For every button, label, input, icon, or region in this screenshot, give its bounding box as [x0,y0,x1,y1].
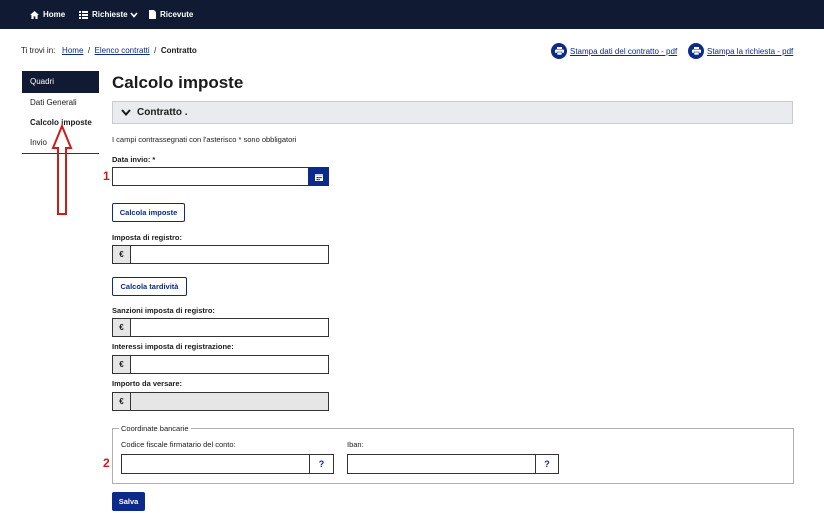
nav-richieste-label: Richieste [92,10,128,19]
print-richiesta-label[interactable]: Stampa la richiesta - pdf [707,47,793,56]
home-icon [30,10,39,19]
breadcrumb-elenco-link[interactable]: Elenco contratti [95,46,150,55]
sanzioni-label: Sanzioni imposta di registro: [112,306,215,315]
document-icon [149,10,156,19]
nav-ricevute-label: Ricevute [160,10,194,19]
iban-label: Iban: [347,440,364,449]
calendar-icon [314,173,323,181]
codice-fiscale-input[interactable] [121,454,310,474]
calcola-tardivita-button[interactable]: Calcola tardività [112,277,187,296]
accordion-contratto[interactable]: Contratto . [112,101,793,124]
coordinate-bancarie-legend: Coordinate bancarie [119,424,191,433]
breadcrumb-prefix: Ti trovi in: [21,46,56,55]
accordion-title: Contratto . [137,107,188,118]
page-title: Calcolo imposte [112,73,244,92]
interessi-input[interactable] [130,355,329,374]
breadcrumb-separator: / [87,46,91,55]
sidebar-item-dati-generali[interactable]: Dati Generali [22,93,99,113]
chevron-down-icon [129,11,138,18]
breadcrumb-current: Contratto [160,46,197,55]
print-contratto-label[interactable]: Stampa dati del contratto - pdf [570,47,677,56]
printer-icon [688,43,704,59]
nav-home-label: Home [43,10,66,19]
printer-icon [551,43,567,59]
list-icon [79,10,88,19]
annotation-number-2: 2 [103,456,110,470]
top-navbar: Home Richieste Ricevute [0,0,824,29]
calendar-button[interactable] [308,167,329,186]
sidebar-header: Quadri [22,71,99,93]
iban-input[interactable] [347,454,536,474]
up-arrow-annotation-icon [51,124,73,215]
nav-ricevute[interactable]: Ricevute [149,0,193,29]
breadcrumb: Ti trovi in: Home / Elenco contratti / C… [21,46,197,55]
nav-home[interactable]: Home [30,0,65,29]
salva-button[interactable]: Salva [112,492,145,511]
iban-help-button[interactable]: ? [535,454,559,474]
interessi-label: Interessi imposta di registrazione: [112,342,234,351]
currency-addon: € [112,318,131,337]
breadcrumb-separator: / [154,46,157,55]
imposta-registro-input[interactable] [130,245,329,264]
imposta-registro-label: Imposta di registro: [112,233,183,242]
breadcrumb-home-link[interactable]: Home [62,46,83,55]
calcola-imposte-button[interactable]: Calcola imposte [112,203,185,222]
data-invio-label: Data invio: * [112,155,156,164]
nav-richieste[interactable]: Richieste [79,0,138,29]
annotation-number-1: 1 [103,169,110,183]
currency-addon: € [112,355,131,374]
data-invio-input[interactable] [112,167,309,186]
currency-addon: € [112,392,131,411]
importo-label: Importo da versare: [112,379,183,388]
print-richiesta-link[interactable]: Stampa la richiesta - pdf [688,42,793,60]
required-note: I campi contrassegnati con l'asterisco *… [112,135,297,144]
print-contratto-link[interactable]: Stampa dati del contratto - pdf [551,42,677,60]
currency-addon: € [112,245,131,264]
codice-fiscale-help-button[interactable]: ? [309,454,334,474]
importo-input-readonly [130,392,329,411]
chevron-down-icon [121,109,131,116]
codice-fiscale-label: Codice fiscale firmatario del conto: [121,440,236,449]
sanzioni-input[interactable] [130,318,329,337]
